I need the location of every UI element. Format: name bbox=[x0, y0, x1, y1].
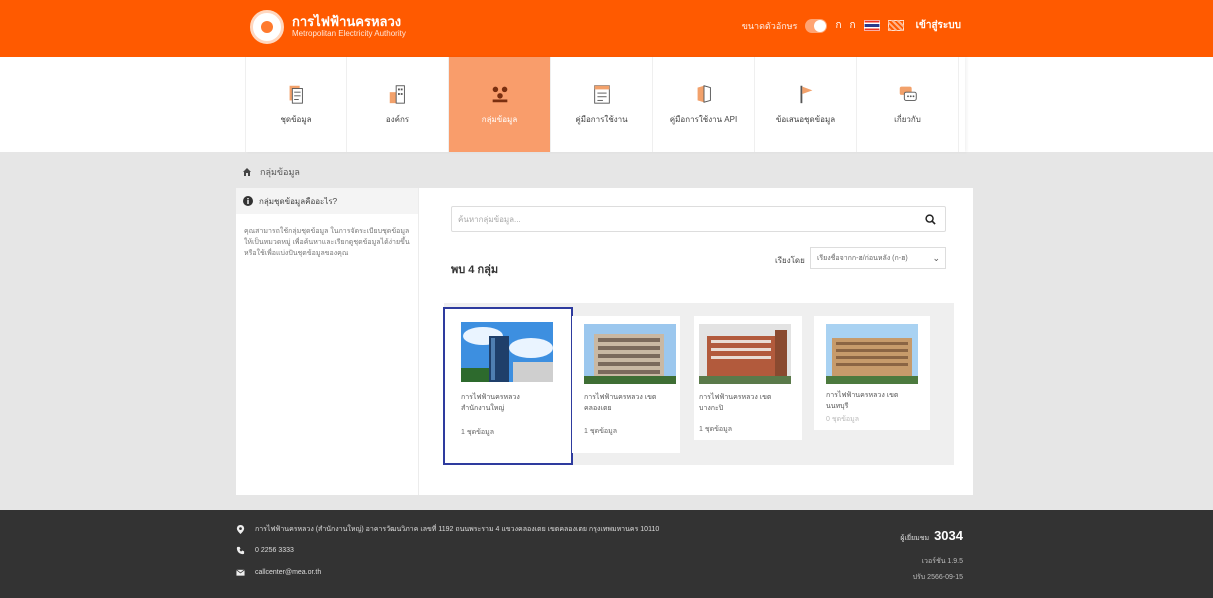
group-image bbox=[826, 324, 918, 384]
font-increase-button[interactable]: ก bbox=[850, 18, 856, 33]
logo-subtitle: Metropolitan Electricity Authority bbox=[292, 29, 406, 38]
group-image bbox=[699, 324, 791, 384]
breadcrumb-current[interactable]: กลุ่มข้อมูล bbox=[260, 165, 300, 179]
organization-icon bbox=[389, 85, 405, 104]
sidebar-header: กลุ่มชุดข้อมูลคืออะไร? bbox=[236, 188, 418, 214]
sort-label: เรียงโดย bbox=[775, 256, 805, 265]
english-flag-icon[interactable] bbox=[887, 20, 904, 31]
group-card[interactable]: การไฟฟ้านครหลวง เขตบางกะปิ 1 ชุดข้อมูล bbox=[694, 316, 802, 440]
content-panel: กลุ่มชุดข้อมูลคืออะไร? คุณสามารถใช้กลุ่ม… bbox=[236, 188, 973, 495]
visitors-label: ผู้เยี่ยมชม bbox=[900, 535, 930, 542]
map-pin-icon bbox=[236, 525, 245, 534]
nav-label: ข้อเสนอชุดข้อมูล bbox=[775, 115, 836, 124]
visitors-count: 3034 bbox=[934, 528, 963, 543]
search-button[interactable] bbox=[915, 207, 945, 231]
mea-seal-icon bbox=[250, 10, 284, 44]
footer-address-row: การไฟฟ้านครหลวง (สำนักงานใหญ่) อาคารวัฒน… bbox=[236, 524, 659, 535]
thai-flag-icon[interactable] bbox=[863, 20, 880, 31]
nav-item-datasets[interactable]: ชุดข้อมูล bbox=[245, 57, 347, 152]
group-title[interactable]: การไฟฟ้านครหลวง เขตคลองเตย bbox=[584, 392, 664, 414]
breadcrumb: กลุ่มข้อมูล bbox=[242, 165, 300, 179]
nav-item-about[interactable]: เกี่ยวกับ bbox=[857, 57, 959, 152]
nav-label: คู่มือการใช้งาน API bbox=[669, 115, 738, 124]
footer-address: การไฟฟ้านครหลวง (สำนักงานใหญ่) อาคารวัฒน… bbox=[255, 526, 660, 533]
group-card[interactable]: การไฟฟ้านครหลวง สำนักงานใหญ่ 1 ชุดข้อมูล bbox=[443, 307, 573, 465]
nav-item-groups[interactable]: กลุ่มข้อมูล bbox=[449, 57, 551, 152]
chevron-down-icon: ⌄ bbox=[932, 253, 940, 263]
site-footer: การไฟฟ้านครหลวง (สำนักงานใหญ่) อาคารวัฒน… bbox=[0, 510, 1213, 598]
group-title[interactable]: การไฟฟ้านครหลวง เขตบางกะปิ bbox=[699, 392, 779, 414]
result-count: พบ 4 กลุ่ม bbox=[451, 264, 499, 276]
group-dataset-count: 0 ชุดข้อมูล bbox=[826, 416, 860, 423]
group-title[interactable]: การไฟฟ้านครหลวง สำนักงานใหญ่ bbox=[461, 392, 541, 414]
logo-title: การไฟฟ้านครหลวง bbox=[292, 14, 402, 29]
phone-icon bbox=[236, 546, 245, 555]
group-card[interactable]: การไฟฟ้านครหลวง เขตคลองเตย 1 ชุดข้อมูล bbox=[572, 316, 680, 453]
visitor-counter: ผู้เยี่ยมชม 3034 bbox=[900, 528, 963, 544]
nav-menu: ชุดข้อมูล องค์กร กลุ่มข้อมูล คู่มือการใช… bbox=[245, 57, 965, 152]
nav-label: กลุ่มข้อมูล bbox=[481, 115, 518, 124]
info-icon bbox=[243, 196, 253, 206]
group-dataset-count: 1 ชุดข้อมูล bbox=[461, 429, 495, 436]
footer-phone-row: 0 2256 3333 bbox=[236, 546, 294, 555]
main-navbar: ชุดข้อมูล องค์กร กลุ่มข้อมูล คู่มือการใช… bbox=[0, 57, 1213, 152]
nav-label: คู่มือการใช้งาน bbox=[575, 115, 628, 124]
nav-item-api-manual[interactable]: คู่มือการใช้งาน API bbox=[653, 57, 755, 152]
group-card[interactable]: การไฟฟ้านครหลวง เขตนนทบุรี 0 ชุดข้อมูล bbox=[814, 316, 930, 430]
home-icon[interactable] bbox=[242, 167, 252, 177]
sidebar-title: กลุ่มชุดข้อมูลคืออะไร? bbox=[259, 196, 338, 206]
manual-icon bbox=[593, 85, 610, 104]
nav-label: เกี่ยวกับ bbox=[894, 115, 921, 124]
font-size-label: ขนาดตัวอักษร bbox=[741, 20, 798, 31]
login-link[interactable]: เข้าสู่ระบบ bbox=[916, 18, 961, 33]
site-logo[interactable]: การไฟฟ้านครหลวง Metropolitan Electricity… bbox=[250, 10, 406, 44]
group-dataset-count: 1 ชุดข้อมูล bbox=[699, 426, 733, 433]
about-icon bbox=[899, 86, 917, 101]
nav-item-suggest[interactable]: ข้อเสนอชุดข้อมูล bbox=[755, 57, 857, 152]
group-title[interactable]: การไฟฟ้านครหลวง เขตนนทบุรี bbox=[826, 390, 906, 412]
search-icon bbox=[924, 213, 936, 225]
group-image bbox=[461, 322, 553, 382]
api-manual-icon bbox=[697, 85, 711, 103]
nav-label: องค์กร bbox=[385, 115, 410, 124]
footer-updated: ปรับ 2566-09-15 bbox=[912, 574, 963, 581]
nav-label: ชุดข้อมูล bbox=[280, 115, 312, 124]
nav-item-manual[interactable]: คู่มือการใช้งาน bbox=[551, 57, 653, 152]
group-image bbox=[584, 324, 676, 384]
contrast-toggle[interactable] bbox=[805, 18, 828, 33]
search-bar bbox=[451, 206, 946, 232]
group-icon bbox=[492, 86, 507, 103]
search-input[interactable] bbox=[452, 207, 912, 231]
sort-value: เรียงชื่อจากก-ฮ/ก่อนหลัง (ก-ฮ) bbox=[817, 254, 908, 262]
sort-dropdown[interactable]: เรียงชื่อจากก-ฮ/ก่อนหลัง (ก-ฮ) ⌄ bbox=[810, 247, 946, 269]
groups-main: พบ 4 กลุ่ม เรียงโดย เรียงชื่อจากก-ฮ/ก่อน… bbox=[419, 188, 973, 495]
nav-item-organizations[interactable]: องค์กร bbox=[347, 57, 449, 152]
info-sidebar: กลุ่มชุดข้อมูลคืออะไร? คุณสามารถใช้กลุ่ม… bbox=[236, 188, 419, 495]
sidebar-description: คุณสามารถใช้กลุ่มชุดข้อมูล ในการจัดระเบี… bbox=[244, 228, 410, 257]
group-card-list: การไฟฟ้านครหลวง สำนักงานใหญ่ 1 ชุดข้อมูล… bbox=[443, 303, 954, 465]
footer-version: เวอร์ชัน 1.9.5 bbox=[921, 558, 963, 565]
dataset-icon bbox=[289, 85, 303, 104]
font-decrease-button[interactable]: ก bbox=[835, 18, 841, 33]
footer-phone[interactable]: 0 2256 3333 bbox=[255, 547, 294, 554]
header-tools: ขนาดตัวอักษร ก ก เข้าสู่ระบบ bbox=[742, 18, 961, 33]
footer-email[interactable]: callcenter@mea.or.th bbox=[255, 569, 321, 576]
envelope-icon bbox=[236, 569, 245, 576]
group-dataset-count: 1 ชุดข้อมูล bbox=[584, 428, 618, 435]
suggest-icon bbox=[800, 85, 812, 104]
top-header: การไฟฟ้านครหลวง Metropolitan Electricity… bbox=[0, 0, 1213, 57]
footer-email-row: callcenter@mea.or.th bbox=[236, 568, 321, 577]
